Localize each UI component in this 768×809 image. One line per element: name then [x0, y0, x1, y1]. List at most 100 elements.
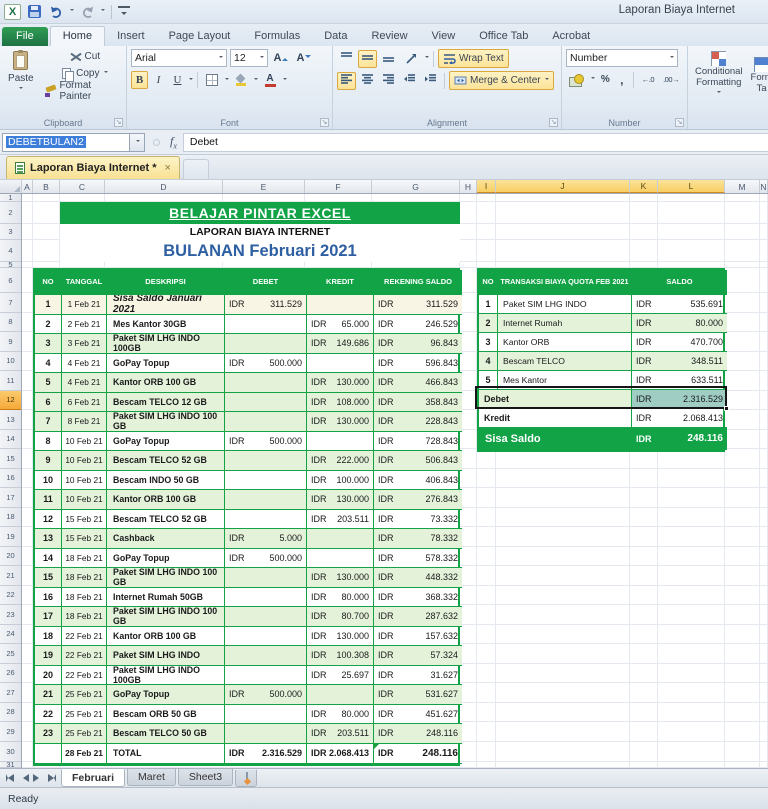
row-header-22[interactable]: 22	[0, 586, 21, 605]
kredit-cell[interactable]: IDR 80.700	[307, 607, 374, 627]
deskripsi-cell[interactable]: GoPay Topup	[107, 548, 225, 568]
total-debet-cell[interactable]: IDR 2.316.529	[225, 743, 307, 764]
saldo-cell[interactable]: IDR 157.632	[374, 627, 462, 646]
tanggal-cell[interactable]: 22 Feb 21	[62, 626, 107, 646]
kredit-cell[interactable]: IDR 80.000	[307, 704, 374, 724]
debet-cell[interactable]: IDR 311.529	[225, 295, 307, 315]
decrease-decimal-button[interactable]: .00→	[660, 73, 682, 86]
decrease-indent-button[interactable]	[400, 72, 419, 90]
tanggal-cell[interactable]: 8 Feb 21	[62, 412, 107, 432]
no-cell[interactable]: 2	[479, 314, 498, 333]
column-header-M[interactable]: M	[725, 180, 760, 193]
column-header-cell[interactable]: DEBET	[225, 270, 307, 295]
tanggal-cell[interactable]: 4 Feb 21	[62, 353, 107, 373]
no-cell[interactable]: 19	[35, 646, 62, 666]
value-cell[interactable]: IDR 2.068.413	[632, 409, 727, 428]
debet-cell[interactable]	[225, 587, 307, 607]
no-cell[interactable]: 20	[35, 665, 62, 685]
no-cell[interactable]: 17	[35, 607, 62, 627]
no-cell[interactable]: 8	[35, 431, 62, 451]
bold-button[interactable]: B	[131, 71, 148, 89]
saldo-cell[interactable]: IDR 368.332	[374, 588, 462, 607]
saldo-cell[interactable]: IDR 246.529	[374, 315, 462, 334]
debet-cell[interactable]	[225, 314, 307, 334]
no-cell[interactable]: 18	[35, 626, 62, 646]
debet-cell[interactable]	[225, 412, 307, 432]
debet-cell[interactable]	[225, 724, 307, 744]
undo-dropdown[interactable]	[69, 6, 74, 17]
deskripsi-cell[interactable]: Bescam TELCO 52 GB	[107, 451, 225, 471]
tanggal-cell[interactable]: 3 Feb 21	[62, 334, 107, 354]
no-cell[interactable]: 12	[35, 509, 62, 529]
column-header-cell[interactable]: TANGGAL	[62, 270, 107, 295]
tanggal-cell[interactable]: 1 Feb 21	[62, 295, 107, 315]
saldo-cell[interactable]: IDR 448.332	[374, 568, 462, 588]
debet-cell[interactable]: IDR 500.000	[225, 431, 307, 451]
column-header-cell[interactable]: SALDO	[632, 270, 727, 295]
kredit-cell[interactable]: IDR 130.000	[307, 412, 374, 432]
formula-input[interactable]: Debet	[182, 132, 768, 152]
ribbon-tab-data[interactable]: Data	[312, 27, 359, 46]
debet-cell[interactable]	[225, 451, 307, 471]
column-header-C[interactable]: C	[60, 180, 105, 193]
label-cell[interactable]: Internet Rumah	[498, 314, 632, 333]
tanggal-cell[interactable]: 2 Feb 21	[62, 314, 107, 334]
tanggal-cell[interactable]: 15 Feb 21	[62, 509, 107, 529]
saldo-cell[interactable]: IDR 96.843	[374, 334, 462, 354]
comma-style-button[interactable]: ,	[616, 71, 628, 88]
row-header-26[interactable]: 26	[0, 664, 21, 683]
next-sheet-button[interactable]	[31, 772, 44, 785]
orientation-button[interactable]	[400, 50, 422, 68]
saldo-cell[interactable]: IDR 358.843	[374, 392, 462, 412]
kredit-cell[interactable]: IDR 203.511	[307, 509, 374, 529]
kredit-cell[interactable]	[307, 548, 374, 568]
borders-button[interactable]	[202, 71, 222, 89]
first-sheet-button[interactable]	[3, 772, 16, 785]
alignment-dialog-launcher[interactable]: ↘	[549, 118, 558, 127]
saldo-cell[interactable]: IDR 531.627	[374, 685, 462, 705]
accounting-dropdown[interactable]	[590, 74, 595, 85]
no-cell[interactable]: 15	[35, 568, 62, 588]
kredit-cell[interactable]: IDR 108.000	[307, 392, 374, 412]
deskripsi-cell[interactable]: Paket SIM LHG INDO 100 GB	[107, 568, 225, 588]
merge-center-dropdown[interactable]	[544, 75, 549, 86]
wrap-text-button[interactable]: Wrap Text	[438, 49, 509, 68]
customize-quick-access-button[interactable]	[118, 5, 130, 18]
conditional-formatting-button[interactable]: Conditional Formatting	[694, 50, 744, 100]
no-cell[interactable]: 1	[479, 295, 498, 314]
row-header-17[interactable]: 17	[0, 488, 21, 508]
accounting-format-button[interactable]	[567, 71, 587, 88]
saldo-cell[interactable]: IDR 466.843	[374, 373, 462, 393]
debet-cell[interactable]	[225, 334, 307, 354]
deskripsi-cell[interactable]: Paket SIM LHG INDO 100GB	[107, 334, 225, 354]
saldo-cell[interactable]: IDR 248.116	[374, 724, 462, 744]
row-header-11[interactable]: 11	[0, 371, 21, 391]
row-header-16[interactable]: 16	[0, 469, 21, 488]
align-right-button[interactable]	[379, 72, 398, 90]
undo-button[interactable]	[47, 3, 65, 21]
deskripsi-cell[interactable]: GoPay Topup	[107, 685, 225, 705]
ribbon-tab-insert[interactable]: Insert	[105, 27, 157, 46]
row-header-21[interactable]: 21	[0, 566, 21, 586]
column-header-D[interactable]: D	[105, 180, 223, 193]
debet-cell[interactable]: IDR 500.000	[225, 685, 307, 705]
kredit-cell[interactable]: IDR 130.000	[307, 490, 374, 510]
no-cell[interactable]: 3	[479, 333, 498, 352]
tanggal-cell[interactable]: 25 Feb 21	[62, 724, 107, 744]
row-header-13[interactable]: 13	[0, 410, 21, 430]
label-cell[interactable]: Paket SIM LHG INDO	[498, 295, 632, 314]
ribbon-tab-review[interactable]: Review	[359, 27, 419, 46]
debet-cell[interactable]	[225, 490, 307, 510]
tanggal-cell[interactable]: 18 Feb 21	[62, 607, 107, 627]
tanggal-cell[interactable]: 15 Feb 21	[62, 529, 107, 549]
clipboard-dialog-launcher[interactable]: ↘	[114, 118, 123, 127]
kredit-cell[interactable]: IDR 80.000	[307, 587, 374, 607]
redo-dropdown[interactable]	[100, 6, 105, 17]
selection-outline[interactable]	[475, 386, 727, 409]
ribbon-tab-formulas[interactable]: Formulas	[242, 27, 312, 46]
tanggal-cell[interactable]: 28 Feb 21	[62, 743, 107, 764]
cut-button[interactable]: Cut	[42, 48, 126, 65]
kredit-cell[interactable]: IDR 130.000	[307, 568, 374, 588]
font-size-select[interactable]: 12	[230, 49, 268, 67]
no-cell[interactable]: 22	[35, 704, 62, 724]
